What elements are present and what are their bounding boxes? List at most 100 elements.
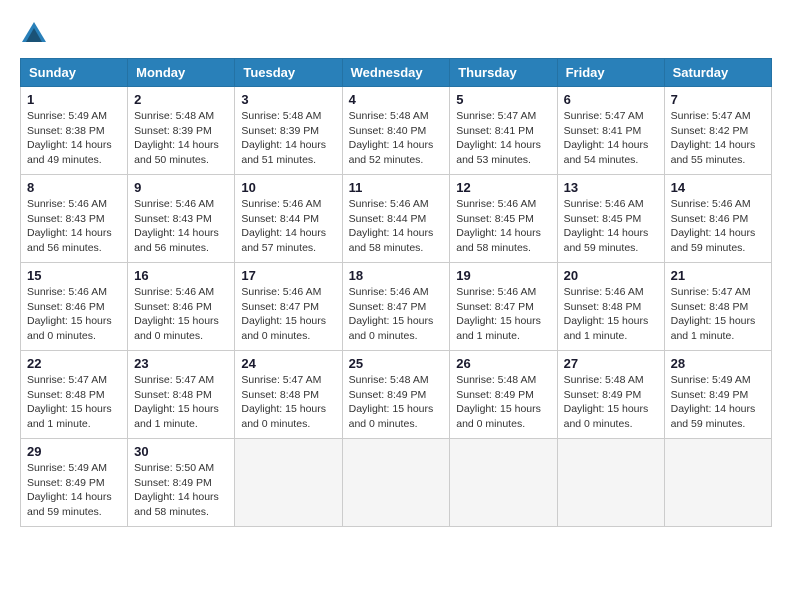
calendar-cell: 15Sunrise: 5:46 AM Sunset: 8:46 PM Dayli… (21, 263, 128, 351)
calendar-cell: 30 Sunrise: 5:50 AM Sunset: 8:49 PM Dayli… (128, 439, 235, 527)
page-header (20, 20, 772, 48)
calendar-cell: 9 Sunrise: 5:46 AM Sunset: 8:43 PM Daylig… (128, 175, 235, 263)
calendar-cell: 28 Sunrise: 5:49 AM Sunset: 8:49 PM Dayli… (664, 351, 771, 439)
calendar-cell: 24 Sunrise: 5:47 AM Sunset: 8:48 PM Dayli… (235, 351, 342, 439)
day-number: 5 (456, 92, 550, 107)
day-number: 2 (134, 92, 228, 107)
calendar-header-tuesday: Tuesday (235, 59, 342, 87)
calendar-cell (557, 439, 664, 527)
day-number: 13 (564, 180, 658, 195)
day-info: Sunrise: 5:48 AM Sunset: 8:40 PM Dayligh… (349, 109, 444, 168)
calendar-cell: 12Sunrise: 5:46 AM Sunset: 8:45 PM Dayli… (450, 175, 557, 263)
day-number: 6 (564, 92, 658, 107)
day-info: Sunrise: 5:47 AM Sunset: 8:41 PM Dayligh… (564, 109, 658, 168)
day-number: 17 (241, 268, 335, 283)
day-number: 10 (241, 180, 335, 195)
calendar-week-2: 8 Sunrise: 5:46 AM Sunset: 8:43 PM Daylig… (21, 175, 772, 263)
calendar-header-friday: Friday (557, 59, 664, 87)
calendar-cell: 26 Sunrise: 5:48 AM Sunset: 8:49 PM Dayli… (450, 351, 557, 439)
day-info: Sunrise: 5:49 AM Sunset: 8:49 PM Dayligh… (27, 461, 121, 520)
calendar-cell (235, 439, 342, 527)
day-number: 25 (349, 356, 444, 371)
day-number: 23 (134, 356, 228, 371)
day-info: Sunrise: 5:46 AM Sunset: 8:47 PM Dayligh… (241, 285, 335, 344)
calendar-cell: 19Sunrise: 5:46 AM Sunset: 8:47 PM Dayli… (450, 263, 557, 351)
day-number: 24 (241, 356, 335, 371)
day-number: 20 (564, 268, 658, 283)
calendar-cell: 27 Sunrise: 5:48 AM Sunset: 8:49 PM Dayli… (557, 351, 664, 439)
day-number: 1 (27, 92, 121, 107)
calendar-cell: 16 Sunrise: 5:46 AM Sunset: 8:46 PM Dayli… (128, 263, 235, 351)
day-info: Sunrise: 5:46 AM Sunset: 8:46 PM Dayligh… (671, 197, 765, 256)
calendar-cell: 8 Sunrise: 5:46 AM Sunset: 8:43 PM Daylig… (21, 175, 128, 263)
calendar-cell (450, 439, 557, 527)
calendar-cell: 5 Sunrise: 5:47 AM Sunset: 8:41 PM Daylig… (450, 87, 557, 175)
day-info: Sunrise: 5:48 AM Sunset: 8:39 PM Dayligh… (134, 109, 228, 168)
day-info: Sunrise: 5:46 AM Sunset: 8:44 PM Dayligh… (349, 197, 444, 256)
day-info: Sunrise: 5:49 AM Sunset: 8:49 PM Dayligh… (671, 373, 765, 432)
calendar-header-row: SundayMondayTuesdayWednesdayThursdayFrid… (21, 59, 772, 87)
calendar-cell: 14 Sunrise: 5:46 AM Sunset: 8:46 PM Dayli… (664, 175, 771, 263)
calendar-cell: 17 Sunrise: 5:46 AM Sunset: 8:47 PM Dayli… (235, 263, 342, 351)
day-info: Sunrise: 5:48 AM Sunset: 8:49 PM Dayligh… (564, 373, 658, 432)
calendar-cell: 3 Sunrise: 5:48 AM Sunset: 8:39 PM Daylig… (235, 87, 342, 175)
calendar-week-5: 29 Sunrise: 5:49 AM Sunset: 8:49 PM Dayli… (21, 439, 772, 527)
day-info: Sunrise: 5:46 AM Sunset: 8:43 PM Dayligh… (27, 197, 121, 256)
calendar-cell: 13Sunrise: 5:46 AM Sunset: 8:45 PM Dayli… (557, 175, 664, 263)
day-number: 18 (349, 268, 444, 283)
calendar-header-monday: Monday (128, 59, 235, 87)
day-number: 16 (134, 268, 228, 283)
calendar-cell: 18 Sunrise: 5:46 AM Sunset: 8:47 PM Dayli… (342, 263, 450, 351)
day-info: Sunrise: 5:47 AM Sunset: 8:42 PM Dayligh… (671, 109, 765, 168)
calendar-cell: 4 Sunrise: 5:48 AM Sunset: 8:40 PM Daylig… (342, 87, 450, 175)
calendar-header-wednesday: Wednesday (342, 59, 450, 87)
day-number: 22 (27, 356, 121, 371)
logo (20, 20, 52, 48)
day-info: Sunrise: 5:46 AM Sunset: 8:43 PM Dayligh… (134, 197, 228, 256)
day-number: 4 (349, 92, 444, 107)
calendar-cell: 1 Sunrise: 5:49 AM Sunset: 8:38 PM Daylig… (21, 87, 128, 175)
day-info: Sunrise: 5:48 AM Sunset: 8:49 PM Dayligh… (349, 373, 444, 432)
calendar-header-sunday: Sunday (21, 59, 128, 87)
day-number: 8 (27, 180, 121, 195)
logo-icon (20, 20, 48, 48)
day-info: Sunrise: 5:46 AM Sunset: 8:46 PM Dayligh… (134, 285, 228, 344)
day-info: Sunrise: 5:47 AM Sunset: 8:48 PM Dayligh… (241, 373, 335, 432)
day-info: Sunrise: 5:47 AM Sunset: 8:41 PM Dayligh… (456, 109, 550, 168)
day-number: 21 (671, 268, 765, 283)
calendar-week-4: 22 Sunrise: 5:47 AM Sunset: 8:48 PM Dayli… (21, 351, 772, 439)
day-number: 12 (456, 180, 550, 195)
calendar-cell: 6 Sunrise: 5:47 AM Sunset: 8:41 PM Daylig… (557, 87, 664, 175)
day-number: 9 (134, 180, 228, 195)
day-info: Sunrise: 5:46 AM Sunset: 8:47 PM Dayligh… (349, 285, 444, 344)
calendar-cell: 29 Sunrise: 5:49 AM Sunset: 8:49 PM Dayli… (21, 439, 128, 527)
day-info: Sunrise: 5:49 AM Sunset: 8:38 PM Dayligh… (27, 109, 121, 168)
day-number: 7 (671, 92, 765, 107)
day-info: Sunrise: 5:47 AM Sunset: 8:48 PM Dayligh… (27, 373, 121, 432)
day-number: 26 (456, 356, 550, 371)
day-number: 3 (241, 92, 335, 107)
calendar-table: SundayMondayTuesdayWednesdayThursdayFrid… (20, 58, 772, 527)
day-info: Sunrise: 5:47 AM Sunset: 8:48 PM Dayligh… (134, 373, 228, 432)
calendar-cell: 7 Sunrise: 5:47 AM Sunset: 8:42 PM Daylig… (664, 87, 771, 175)
calendar-cell: 10Sunrise: 5:46 AM Sunset: 8:44 PM Dayli… (235, 175, 342, 263)
day-number: 11 (349, 180, 444, 195)
day-number: 30 (134, 444, 228, 459)
calendar-cell: 2 Sunrise: 5:48 AM Sunset: 8:39 PM Daylig… (128, 87, 235, 175)
calendar-week-3: 15 Sunrise: 5:46 AM Sunset: 8:46 PM Dayli… (21, 263, 772, 351)
calendar-header-saturday: Saturday (664, 59, 771, 87)
calendar-cell: 11 Sunrise: 5:46 AM Sunset: 8:44 PM Dayli… (342, 175, 450, 263)
day-info: Sunrise: 5:48 AM Sunset: 8:49 PM Dayligh… (456, 373, 550, 432)
calendar-week-1: 1 Sunrise: 5:49 AM Sunset: 8:38 PM Daylig… (21, 87, 772, 175)
day-number: 27 (564, 356, 658, 371)
day-info: Sunrise: 5:47 AM Sunset: 8:48 PM Dayligh… (671, 285, 765, 344)
day-number: 19 (456, 268, 550, 283)
day-number: 14 (671, 180, 765, 195)
day-info: Sunrise: 5:50 AM Sunset: 8:49 PM Dayligh… (134, 461, 228, 520)
calendar-header-thursday: Thursday (450, 59, 557, 87)
day-number: 28 (671, 356, 765, 371)
day-number: 29 (27, 444, 121, 459)
calendar-cell: 23 Sunrise: 5:47 AM Sunset: 8:48 PM Dayli… (128, 351, 235, 439)
day-number: 15 (27, 268, 121, 283)
day-info: Sunrise: 5:48 AM Sunset: 8:39 PM Dayligh… (241, 109, 335, 168)
